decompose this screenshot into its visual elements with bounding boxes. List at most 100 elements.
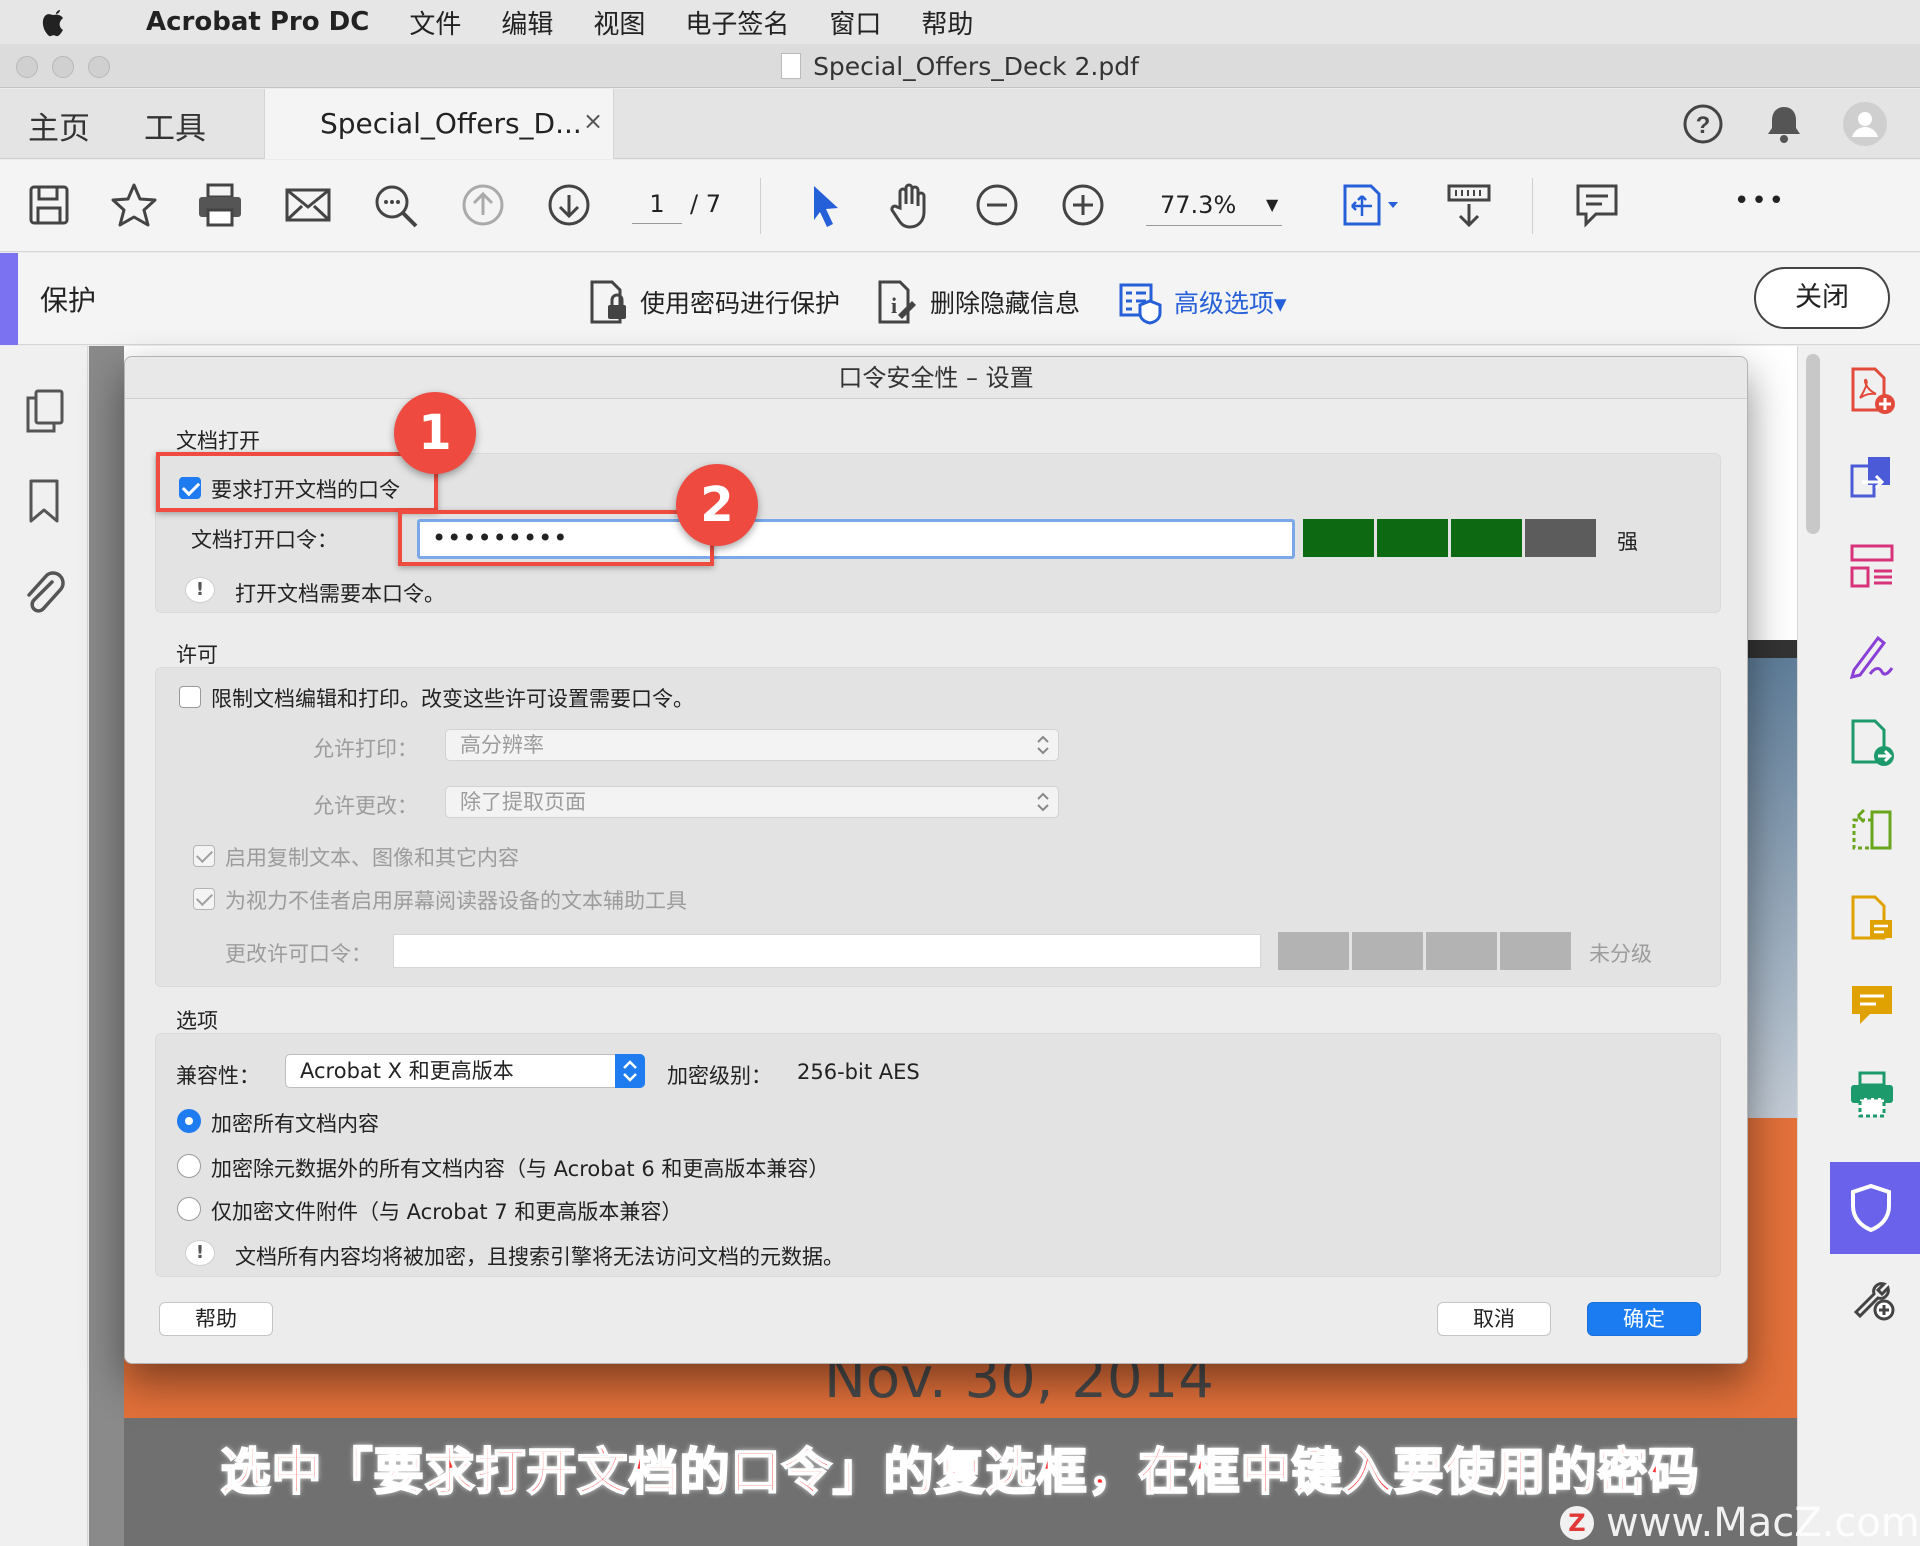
help-button[interactable]: 帮助 [159,1302,273,1336]
protect-title: 保护 [40,284,97,317]
page-number-input[interactable]: 1 [632,184,682,224]
user-avatar[interactable] [1842,101,1888,147]
create-pdf-icon[interactable] [1848,366,1896,416]
permission-strength-label: 未分级 [1589,942,1652,966]
window-title-bar: Special_Offers_Deck 2.pdf [0,44,1920,88]
allow-print-value: 高分辨率 [460,733,544,757]
change-permission-password-label: 更改许可口令： [225,942,372,966]
permission-strength-meter [1278,932,1571,970]
mail-icon[interactable] [284,182,332,228]
toolbar-separator [1532,178,1533,234]
send-pdf-icon[interactable] [1848,718,1896,768]
allow-print-label: 允许打印： [313,737,418,761]
password-protect-button[interactable]: 使用密码进行保护 [588,279,840,325]
organize-pages-icon[interactable] [1848,542,1896,592]
select-arrow-icon[interactable] [806,182,846,230]
allow-changes-select[interactable]: 除了提取页面 [445,786,1059,818]
chevron-down-icon: ▼ [1266,195,1279,214]
strength-segment [1500,932,1571,970]
watermark-logo: Z [1560,1506,1594,1540]
edit-pdf-icon[interactable] [1848,894,1896,944]
fit-page-icon[interactable] [1340,182,1406,228]
close-protect-button[interactable]: 关闭 [1754,267,1890,329]
protect-tool-active[interactable] [1830,1162,1920,1254]
allow-changes-value: 除了提取页面 [460,790,586,814]
updown-chevron-icon [1036,791,1050,813]
attachment-icon[interactable] [22,568,66,616]
restrict-editing-label[interactable]: 限制文档编辑和打印。改变这些许可设置需要口令。 [211,683,694,713]
compatibility-select[interactable]: Acrobat X 和更高版本 [285,1054,645,1088]
doc-open-section-label: 文档打开 [176,429,260,453]
apple-logo-icon[interactable] [40,6,94,38]
password-protect-label: 使用密码进行保护 [640,289,841,318]
more-icon[interactable]: ••• [1734,186,1786,216]
bookmark-icon[interactable] [26,478,62,524]
tab-document[interactable]: Special_Offers_D... × [264,89,614,159]
search-zoom-icon[interactable] [372,182,420,230]
more-tools-icon[interactable] [1848,1272,1896,1322]
pages-icon[interactable] [24,388,66,434]
advanced-options-label: 高级选项▾ [1174,289,1287,318]
svg-text:i: i [891,293,897,318]
watermark-text: www.MacZ.com [1606,1500,1920,1546]
zoom-in-icon[interactable] [1060,182,1106,228]
encrypt-attachments-radio[interactable] [177,1197,201,1221]
help-icon[interactable]: ? [1682,103,1724,145]
fill-sign-icon[interactable] [1848,630,1896,680]
restrict-editing-checkbox[interactable] [179,686,201,708]
advanced-options-button[interactable]: 高级选项▾ [1118,279,1287,325]
svg-text:?: ? [1696,112,1711,139]
protect-shield-icon [1848,1182,1894,1234]
hand-icon[interactable] [886,182,934,230]
allow-print-select[interactable]: 高分辨率 [445,729,1059,761]
encrypt-except-metadata-label[interactable]: 加密除元数据外的所有文档内容（与 Acrobat 6 和更高版本兼容） [211,1153,829,1183]
menu-help[interactable]: 帮助 [921,4,973,41]
tab-home[interactable]: 主页 [28,103,90,148]
print-production-icon[interactable] [1848,1070,1896,1120]
star-icon[interactable] [110,182,158,228]
compare-icon[interactable] [1848,806,1896,856]
window-title-wrap: Special_Offers_Deck 2.pdf [0,52,1920,81]
enable-screenreader-checkbox[interactable] [193,888,215,910]
menu-app-name[interactable]: Acrobat Pro DC [146,7,369,37]
tab-close-icon[interactable]: × [583,107,603,135]
export-pdf-icon[interactable] [1848,454,1896,504]
comment-icon[interactable] [1574,182,1620,228]
left-nav-panel [0,346,112,1546]
strength-segment [1303,519,1374,557]
remove-hidden-button[interactable]: i 删除隐藏信息 [876,279,1080,325]
encrypt-all-label[interactable]: 加密所有文档内容 [211,1108,379,1138]
vertical-scrollbar[interactable] [1806,354,1820,534]
menu-view[interactable]: 视图 [593,4,645,41]
encrypt-attachments-label[interactable]: 仅加密文件附件（与 Acrobat 7 和更高版本兼容） [211,1196,682,1226]
dialog-title: 口令安全性 – 设置 [125,357,1747,399]
menu-esign[interactable]: 电子签名 [685,4,789,41]
tab-document-label: Special_Offers_D... [320,107,582,140]
encrypt-except-metadata-radio[interactable] [177,1154,201,1178]
page-down-icon[interactable] [546,182,592,228]
scroll-mode-icon[interactable] [1446,182,1492,230]
cancel-button[interactable]: 取消 [1437,1302,1551,1336]
menu-file[interactable]: 文件 [409,4,461,41]
notification-bell-icon[interactable] [1764,103,1804,145]
menu-edit[interactable]: 编辑 [501,4,553,41]
tab-tools[interactable]: 工具 [144,103,206,148]
tutorial-caption: 选中「要求打开文档的口令」的复选框，在框中键入要使用的密码 [220,1442,1700,1502]
encrypt-all-radio[interactable] [177,1109,201,1133]
zoom-out-icon[interactable] [974,182,1020,228]
zoom-level-select[interactable]: 77.3% ▼ [1146,184,1282,226]
change-permission-password-input[interactable] [393,934,1261,968]
strength-segment [1525,519,1596,557]
password-strength-meter [1303,519,1596,557]
menu-window[interactable]: 窗口 [829,4,881,41]
strength-segment [1352,932,1423,970]
comment-tool-icon[interactable] [1848,982,1896,1032]
ok-button[interactable]: 确定 [1587,1302,1701,1336]
watermark: Z www.MacZ.com [1560,1500,1920,1546]
page-up-icon[interactable] [460,182,506,228]
enable-screenreader-label: 为视力不佳者启用屏幕阅读器设备的文本辅助工具 [225,889,687,913]
enable-copy-checkbox[interactable] [193,845,215,867]
save-icon[interactable] [26,182,72,228]
print-icon[interactable] [196,182,244,228]
toolbar-separator [760,178,761,234]
